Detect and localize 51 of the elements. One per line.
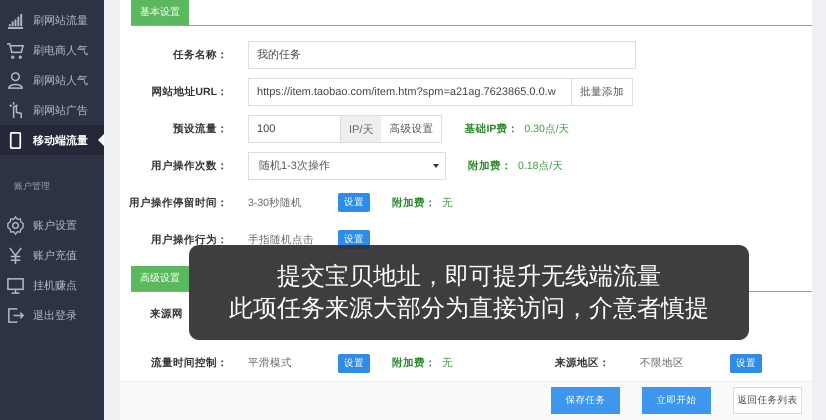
sidebar-item[interactable]: 退出登录 bbox=[0, 300, 104, 330]
setting-value: 手指随机点击 bbox=[248, 232, 315, 246]
input-field[interactable]: https://item.taobao.com/item.htm?spm=a21ag.7623865.0.0.w bbox=[248, 78, 572, 106]
field-label: 任务名称： bbox=[172, 48, 228, 62]
fee-value: 0.18点/天 bbox=[518, 158, 564, 172]
setting-value: 平滑模式 bbox=[248, 356, 293, 370]
fee-value: 无 bbox=[442, 356, 453, 370]
advanced-settings-button[interactable]: 高级设置 bbox=[381, 114, 442, 142]
sidebar-item[interactable]: 刷网站流量 bbox=[0, 5, 104, 35]
user-icon bbox=[6, 70, 25, 90]
gear-icon bbox=[6, 216, 25, 234]
sidebar-item[interactable]: 移动端流量 bbox=[0, 125, 104, 155]
fee-value: 0.30点/天 bbox=[524, 122, 570, 136]
input-field[interactable]: 我的任务 bbox=[248, 40, 636, 68]
footer-button[interactable]: 返回任务列表 bbox=[733, 387, 802, 414]
field-label: 流量时间控制： bbox=[150, 356, 228, 370]
caret-icon bbox=[433, 164, 439, 168]
field-label: 来源网 bbox=[149, 306, 184, 321]
field-label: 来源地区： bbox=[555, 356, 610, 370]
caption-line: 提交宝贝地址，即可提升无线端流量 bbox=[277, 262, 661, 292]
batch-add-button[interactable]: 批量添加 bbox=[572, 78, 633, 106]
fee-label: 附加费： bbox=[392, 356, 436, 370]
field-label: 用户操作次数： bbox=[150, 158, 228, 172]
field-label: 用户操作停留时间： bbox=[128, 196, 228, 210]
fee-value: 无 bbox=[442, 196, 453, 210]
fee-label: 附加费： bbox=[392, 196, 436, 210]
sidebar-item[interactable]: 刷电商人气 bbox=[0, 35, 104, 65]
sidebar-item[interactable]: 挂机赚点 bbox=[0, 270, 104, 300]
section-heading: 账户管理 bbox=[13, 180, 51, 193]
sidebar-item[interactable]: 刷网站广告 bbox=[0, 95, 104, 125]
setting-value: 3-30秒随机 bbox=[248, 196, 304, 210]
field-label: 预设流量： bbox=[172, 122, 228, 136]
settings-button[interactable]: 设置 bbox=[338, 354, 370, 373]
sidebar-item[interactable]: 账户设置 bbox=[0, 210, 104, 240]
select-field[interactable]: 随机1-3次操作 bbox=[248, 152, 446, 180]
input-field[interactable]: 100 bbox=[248, 114, 341, 142]
field-label: 网站地址URL： bbox=[150, 84, 228, 98]
fee-label: 基础IP费： bbox=[464, 122, 518, 136]
monitor-icon bbox=[6, 276, 25, 294]
fee-label: 附加费： bbox=[468, 158, 512, 172]
settings-button[interactable]: 设置 bbox=[338, 193, 370, 212]
unit-addon: IP/天 bbox=[341, 114, 382, 142]
field-label: 用户操作行为： bbox=[150, 232, 228, 246]
cart-icon bbox=[6, 40, 25, 60]
active-pointer-icon bbox=[98, 134, 104, 146]
caption-line: 此项任务来源大部分为直接访问，介意者慎提 bbox=[229, 294, 709, 324]
logout-icon bbox=[6, 306, 25, 324]
settings-button[interactable]: 设置 bbox=[730, 354, 762, 373]
sidebar-item[interactable]: 账户充值 bbox=[0, 240, 104, 270]
sidebar-item[interactable]: 刷网站人气 bbox=[0, 65, 104, 95]
setting-value: 不限地区 bbox=[640, 356, 685, 370]
